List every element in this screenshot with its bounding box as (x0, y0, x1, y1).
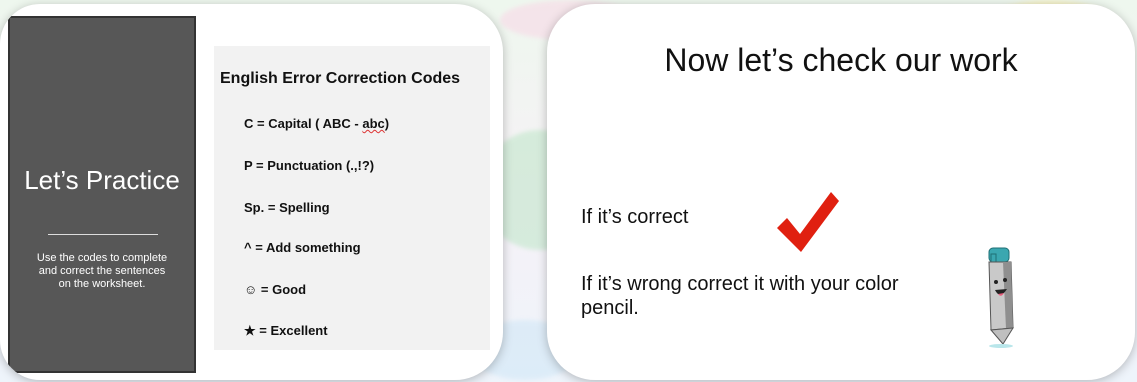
code-symbol: ^ = (244, 240, 263, 255)
code-row-punctuation: P = Punctuation (.,!?) (244, 158, 374, 173)
practice-title-panel: Let’s Practice Use the codes to complete… (8, 16, 196, 373)
pencil-icon (988, 247, 1014, 348)
code-meaning: Excellent (270, 323, 328, 338)
code-symbol: C = (244, 116, 265, 131)
code-symbol: Sp. = (244, 200, 276, 215)
code-meaning: Punctuation (.,!?) (267, 158, 375, 173)
wrong-instruction: If it’s wrong correct it with your color… (581, 273, 899, 319)
code-row-good: ☺ = Good (244, 282, 306, 297)
practice-slide: Let’s Practice Use the codes to complete… (0, 4, 503, 380)
title-divider (48, 234, 158, 235)
code-row-spelling: Sp. = Spelling (244, 200, 330, 215)
slide-description: Use the codes to complete and correct th… (36, 252, 168, 290)
code-row-capital: C = Capital ( ABC - abc) (244, 116, 389, 131)
slide-title: Let’s Practice (24, 165, 180, 195)
code-meaning-end: ) (384, 116, 390, 131)
code-symbol: ★ = (244, 323, 267, 338)
code-meaning: Add something (265, 240, 361, 255)
code-meaning: Good (272, 282, 307, 297)
slide-heading: Now let’s check our work (664, 42, 1018, 78)
code-row-excellent: ★ = Excellent (244, 323, 328, 339)
check-work-slide: Now let’s check our work If it’s correct… (547, 4, 1135, 380)
code-meaning: Spelling (279, 200, 330, 215)
code-symbol: P = (244, 158, 264, 173)
correction-codes-box: English Error Correction Codes C = Capit… (214, 46, 490, 350)
code-meaning: Capital ( ABC - (268, 116, 363, 131)
codes-title: English Error Correction Codes (220, 70, 461, 87)
checkmark-icon (777, 192, 839, 252)
spellcheck-marked-text: abc (362, 116, 385, 131)
code-row-add: ^ = Add something (244, 240, 361, 255)
correct-instruction: If it’s correct (581, 206, 689, 228)
code-symbol: ☺ = (244, 282, 269, 297)
